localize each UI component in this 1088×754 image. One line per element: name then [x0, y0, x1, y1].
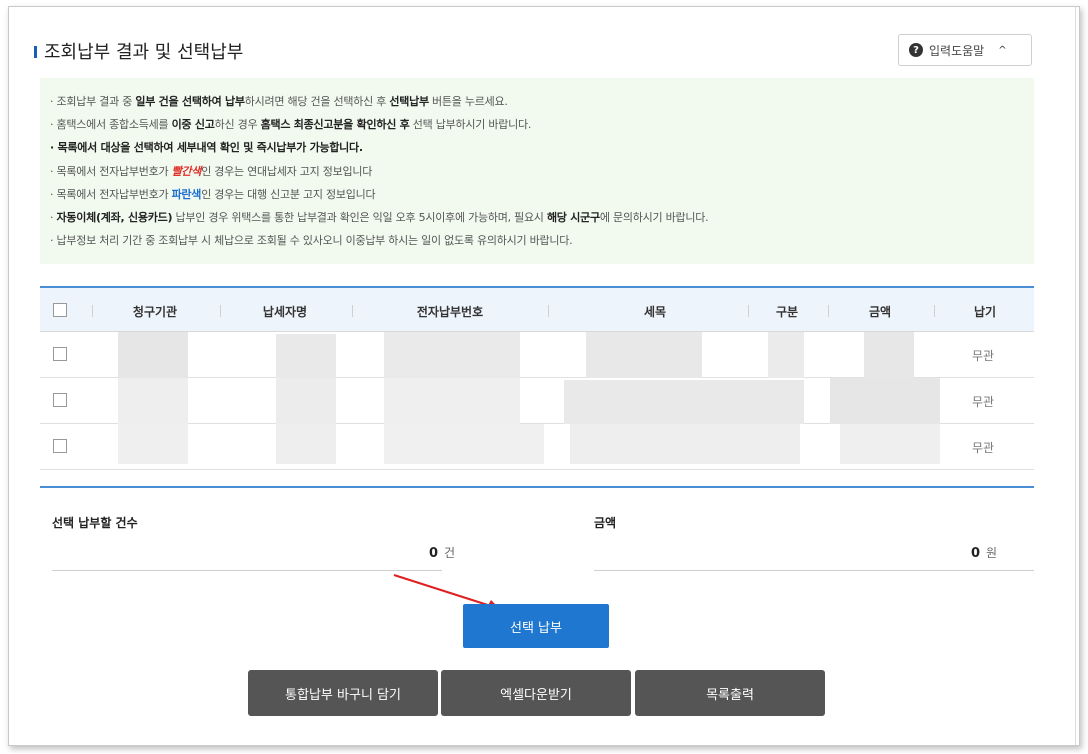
add-to-basket-button[interactable]: 통합납부 바구니 담기: [248, 670, 438, 716]
excel-download-button[interactable]: 엑셀다운받기: [441, 670, 631, 716]
print-list-button[interactable]: 목록출력: [635, 670, 825, 716]
select-pay-button[interactable]: 선택 납부: [463, 604, 609, 648]
